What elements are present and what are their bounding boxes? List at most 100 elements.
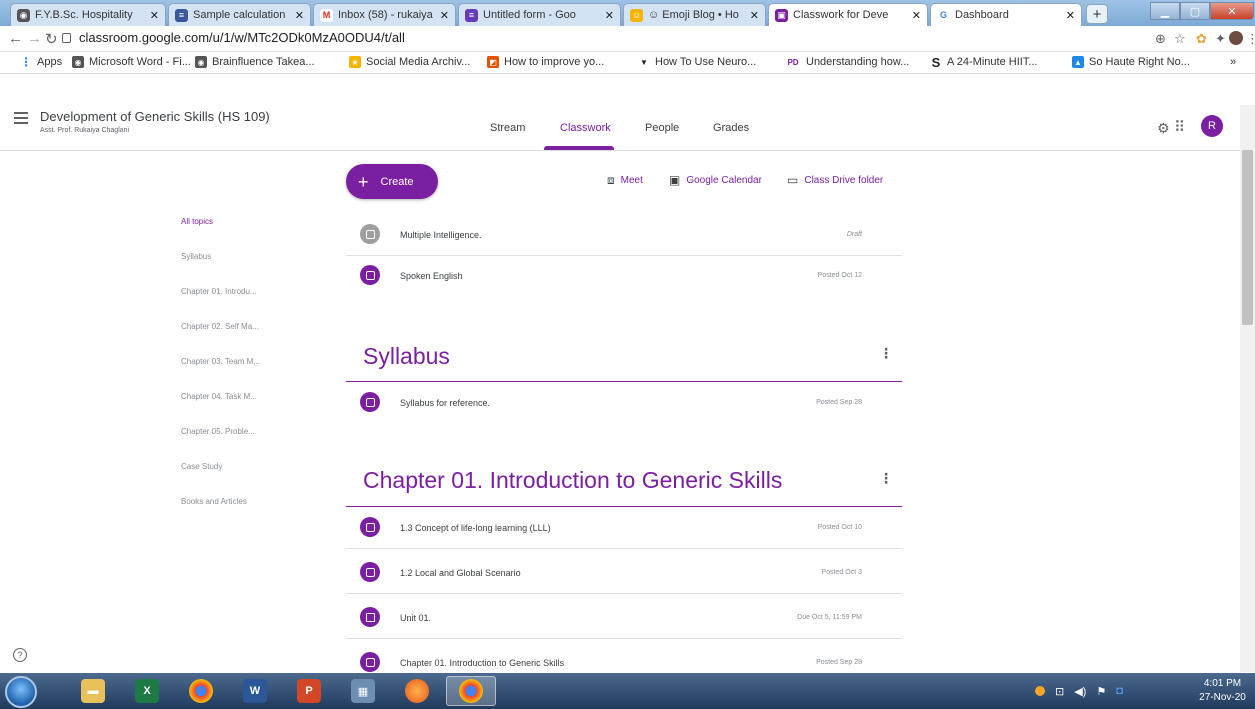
notification-icon[interactable] [1035,686,1045,696]
material-draft-icon [360,224,380,244]
bookmark-item[interactable]: S A 24-Minute HIIT... [930,55,1037,70]
new-tab-button[interactable]: + [1086,4,1108,24]
settings-gear-icon[interactable]: ⚙ [1157,120,1170,137]
list-item[interactable]: Chapter 01. Introduction to Generic Skil… [346,643,902,673]
close-tab-icon[interactable]: ✕ [1066,9,1075,22]
taskbar-explorer[interactable]: ▬ [68,676,118,706]
topic-link[interactable]: Chapter 01. Introdu... [181,287,257,296]
maximize-button[interactable]: ▢ [1180,2,1210,20]
url-field[interactable]: classroom.google.com/u/1/w/MTc2ODk0MzA0O… [62,30,405,45]
flag-icon[interactable]: ⚑ [1096,685,1106,698]
browser-tab[interactable]: G Dashboard ✕ [930,3,1082,26]
tab-classwork[interactable]: Classwork [560,122,611,134]
tab-stream[interactable]: Stream [490,122,525,134]
taskbar-word[interactable]: W [230,676,280,706]
browser-tab-active[interactable]: ▣ Classwork for Deve ✕ [768,3,928,26]
material-icon [360,517,380,537]
close-tab-icon[interactable]: ✕ [605,9,614,22]
close-tab-icon[interactable]: ✕ [440,9,449,22]
volume-icon[interactable]: ◀) [1074,685,1086,698]
topic-link[interactable]: Chapter 02. Self Ma... [181,322,259,331]
drive-folder-link[interactable]: ▭ Class Drive folder [787,173,883,187]
browser-tab[interactable]: ◉ F.Y.B.Sc. Hospitality ✕ [10,3,166,26]
topic-more-icon[interactable]: ⋮ [879,470,893,487]
forward-icon[interactable]: → [27,30,42,47]
zoom-icon[interactable]: ⊕ [1155,31,1166,47]
extension-icon[interactable]: ✿ [1196,31,1207,47]
list-item[interactable]: Spoken English Posted Oct 12 [346,256,902,297]
taskbar-chrome-active[interactable] [446,676,496,706]
topic-heading[interactable]: Syllabus [363,343,450,370]
more-icon[interactable]: ⋮ [1246,31,1255,47]
reload-icon[interactable]: ↻ [45,30,58,48]
list-item[interactable]: 1.2 Local and Global Scenario Posted Oct… [346,553,902,594]
taskbar-chrome[interactable] [176,676,226,706]
google-icon: G [937,8,950,22]
topic-link[interactable]: Chapter 04. Task M... [181,392,257,401]
tab-people[interactable]: People [645,122,679,134]
topic-more-icon[interactable]: ⋮ [879,345,893,362]
close-window-button[interactable]: ✕ [1210,2,1254,20]
network-icon[interactable]: ⊡ [1055,685,1064,698]
course-title[interactable]: Development of Generic Skills (HS 109) [40,109,270,124]
profile-avatar-icon[interactable] [1229,31,1243,45]
list-item[interactable]: 1.3 Concept of life-long learning (LLL) … [346,508,902,549]
item-title: 1.2 Local and Global Scenario [400,568,521,578]
bookmark-star-icon[interactable]: ☆ [1174,31,1186,47]
bookmark-item[interactable]: PD Understanding how... [785,56,909,68]
browser-tab[interactable]: ≡ Untitled form - Goo ✕ [458,3,621,26]
taskbar-clock[interactable]: 4:01 PM 27-Nov-20 [1195,677,1250,705]
topic-link[interactable]: Books and Articles [181,497,247,506]
shield-icon[interactable]: ◘ [1116,685,1123,697]
item-status: Posted Oct 10 [817,524,862,531]
menu-icon[interactable] [14,112,28,127]
bookmark-item[interactable]: ◉ Microsoft Word - Fi... [72,56,191,68]
close-tab-icon[interactable]: ✕ [912,9,921,22]
list-item[interactable]: Unit 01. Due Oct 5, 11:59 PM [346,598,902,639]
puzzle-icon[interactable]: ✦ [1215,31,1226,47]
clock-date: 27-Nov-20 [1199,692,1246,703]
create-label: Create [380,175,414,188]
calendar-link[interactable]: ▣ Google Calendar [669,173,762,187]
bookmark-apps[interactable]: ⋮ Apps [20,55,62,69]
close-tab-icon[interactable]: ✕ [295,9,304,22]
meet-label: Meet [620,175,643,186]
list-item[interactable]: Multiple Intelligence. Draft [346,215,902,256]
topic-all[interactable]: All topics [181,217,213,226]
bookmark-item[interactable]: ▼ How To Use Neuro... [638,56,756,68]
taskbar-excel[interactable]: X [122,676,172,706]
account-avatar[interactable]: R [1201,115,1223,137]
meet-link[interactable]: ⧈ Meet [607,173,643,188]
bookmark-item[interactable]: ◩ How to improve yo... [487,56,604,68]
bookmarks-overflow-icon[interactable]: » [1230,56,1236,68]
close-tab-icon[interactable]: ✕ [150,9,159,22]
create-button[interactable]: + Create [346,164,438,199]
item-title: Chapter 01. Introduction to Generic Skil… [400,658,565,668]
topic-link[interactable]: Chapter 05. Proble... [181,427,255,436]
topic-link[interactable]: Chapter 03. Team M... [181,357,260,366]
topic-link[interactable]: Syllabus [181,252,211,261]
topic-heading[interactable]: Chapter 01. Introduction to Generic Skil… [363,467,782,494]
bookmark-item[interactable]: ★ Social Media Archiv... [349,56,470,68]
bookmark-label: How to improve yo... [504,56,605,68]
back-icon[interactable]: ← [8,30,23,47]
drive-label: Class Drive folder [804,174,884,186]
google-apps-icon[interactable]: ⠿ [1174,118,1185,136]
browser-tab[interactable]: M Inbox (58) - rukaiya ✕ [313,3,456,26]
minimize-button[interactable]: ▁ [1150,2,1180,20]
taskbar-firefox[interactable] [392,676,442,706]
scrollbar-thumb[interactable] [1242,150,1253,325]
bookmark-item[interactable]: ▲ So Haute Right No... [1072,56,1190,68]
help-icon[interactable]: ? [13,648,27,662]
topic-link[interactable]: Case Study [181,462,222,471]
bookmark-item[interactable]: ◉ Brainfluence Takea... [195,56,315,68]
taskbar-powerpoint[interactable]: P [284,676,334,706]
browser-tab[interactable]: ≡ Sample calculation ✕ [168,3,311,26]
list-item[interactable]: Syllabus for reference. Posted Sep 28 [346,383,902,424]
tab-grades[interactable]: Grades [713,122,749,134]
close-tab-icon[interactable]: ✕ [750,9,759,22]
start-button[interactable] [5,676,37,708]
image-icon: ◩ [487,56,499,68]
browser-tab[interactable]: ☺ ☺ Emoji Blog • Ho ✕ [623,3,766,26]
taskbar-calculator[interactable]: ▦ [338,676,388,706]
